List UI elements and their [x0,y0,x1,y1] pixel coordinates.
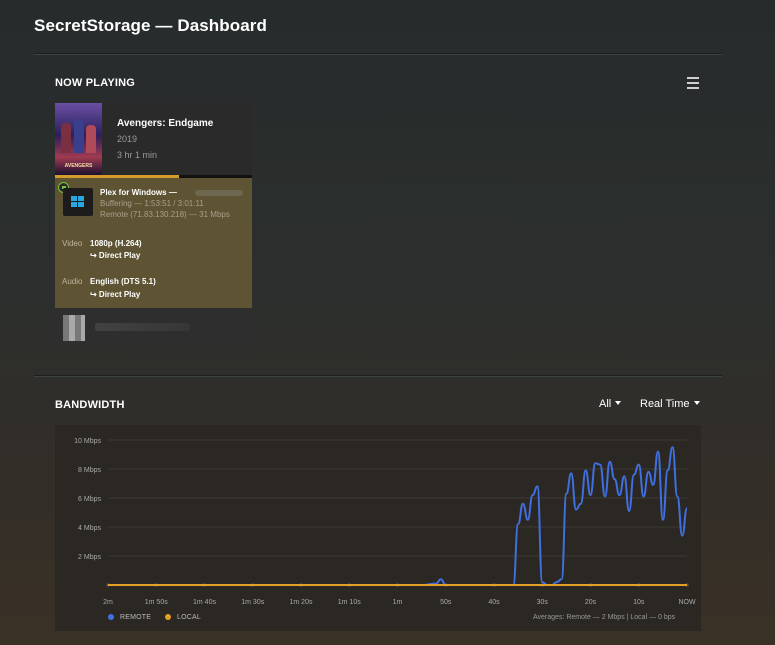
avatar [63,315,85,341]
audio-mode: ↪ Direct Play [90,290,141,299]
video-label: Video [62,239,83,248]
x-tick-label: 1m 40s [193,599,216,606]
player-icon [63,188,93,216]
local-dot-icon [165,614,171,620]
x-tick-label: 20s [585,599,597,606]
movie-title: Avengers: Endgame [117,118,214,129]
x-tick-label: 50s [440,599,452,606]
filter-dropdown[interactable]: All [599,398,622,410]
remote-dot-icon [108,614,114,620]
list-view-icon[interactable] [687,76,699,90]
x-tick-label: 1m 10s [338,599,361,606]
x-tick-label: 1m [393,599,403,606]
filter-label: All [599,398,612,410]
legend-local[interactable]: LOCAL [165,614,201,621]
chevron-down-icon [615,401,622,405]
stream-remote: Remote (71.83.130.218) — 31 Mbps [100,210,230,219]
bandwidth-chart-svg: 2 Mbps 4 Mbps 6 Mbps 8 Mbps 10 Mbps 2m 1m 50s 1… [74,438,696,606]
stream-state: Buffering — 1:53:51 / 3:01:11 [100,199,204,208]
y-tick-label: 2 Mbps [78,554,101,561]
divider [34,375,722,377]
audio-value: English (DTS 5.1) [90,277,156,286]
player-name-redacted [195,190,243,196]
range-dropdown[interactable]: Real Time [640,398,700,410]
legend-remote[interactable]: REMOTE [108,614,151,621]
movie-poster: AVENGERS [55,103,102,175]
now-playing-card[interactable]: AVENGERS Plex for Windows — Buffering — … [55,103,252,346]
now-playing-title: NOW PLAYING [55,77,136,89]
bandwidth-averages: Averages: Remote — 2 Mbps | Local — 0 bp… [533,614,676,621]
page-title: SecretStorage — Dashboard [34,16,268,35]
legend-remote-label: REMOTE [120,614,152,621]
player-name: Plex for Windows — [100,188,177,197]
y-tick-label: 4 Mbps [78,525,101,532]
range-label: Real Time [640,398,690,410]
x-tick-label: 2m [103,599,113,606]
windows-icon [71,196,85,208]
audio-label: Audio [62,277,83,286]
bandwidth-title: BANDWIDTH [55,399,125,411]
x-tick-label: 10s [633,599,645,606]
poster-title: AVENGERS [64,163,93,169]
y-tick-label: 10 Mbps [74,438,101,445]
x-tick-label: 30s [537,599,549,606]
x-tick-label: 40s [488,599,500,606]
video-mode: ↪ Direct Play [90,251,141,260]
x-tick-label: NOW [678,599,696,606]
bandwidth-chart: 2 Mbps 4 Mbps 6 Mbps 8 Mbps 10 Mbps 2m 1m 50s 1… [55,425,701,631]
x-tick-label: 1m 30s [241,599,264,606]
legend-local-label: LOCAL [177,614,201,621]
user-row [55,308,252,346]
x-tick-label: 1m 20s [290,599,313,606]
username-redacted [95,323,190,331]
video-value: 1080p (H.264) [90,239,142,248]
movie-year: 2019 [117,134,138,144]
movie-duration: 3 hr 1 min [117,150,158,160]
y-tick-label: 8 Mbps [78,467,101,474]
series-line-remote [107,446,688,586]
chevron-down-icon [693,401,700,405]
stream-details: Plex for Windows — Buffering — 1:53:51 /… [55,178,252,308]
y-tick-label: 6 Mbps [78,496,101,503]
divider [34,53,722,55]
x-tick-label: 1m 50s [145,599,168,606]
